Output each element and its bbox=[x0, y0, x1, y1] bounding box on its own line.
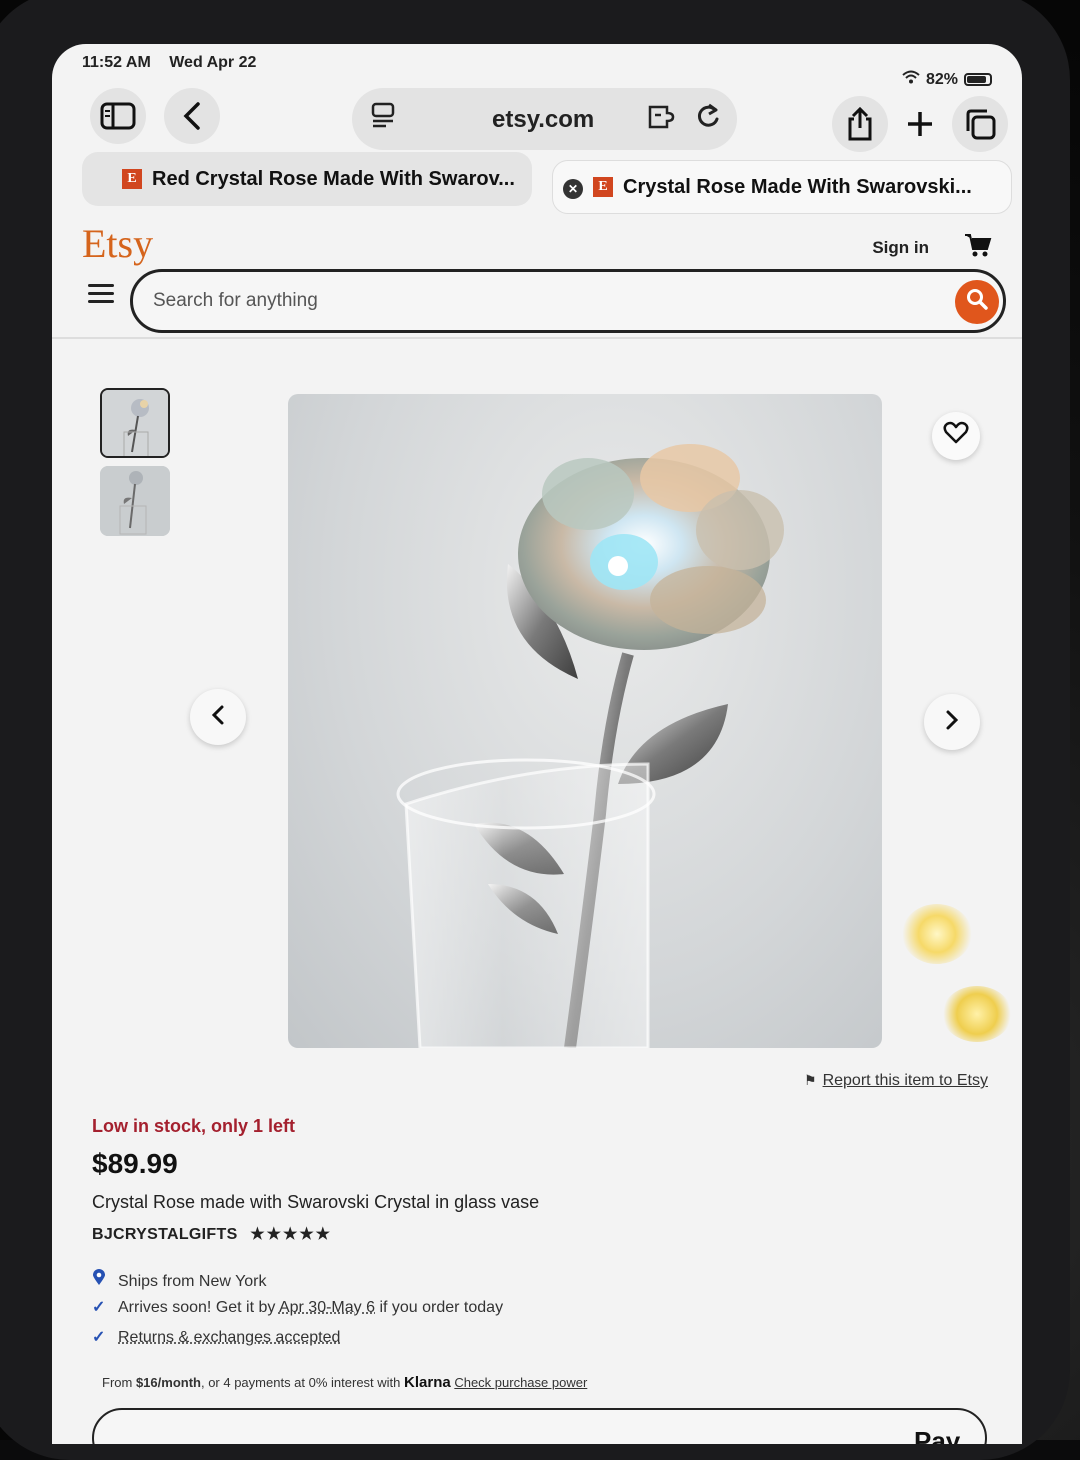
arrival-suffix: if you order today bbox=[375, 1299, 504, 1316]
sign-in-link[interactable]: Sign in bbox=[872, 238, 929, 258]
product-thumbnail-1[interactable] bbox=[100, 388, 170, 458]
status-time: 11:52 AM bbox=[82, 54, 151, 71]
light-glare bbox=[942, 986, 1012, 1042]
apple-pay-text: Pay bbox=[914, 1426, 961, 1444]
reload-icon[interactable] bbox=[695, 102, 721, 137]
check-icon: ✓ bbox=[92, 1299, 106, 1316]
klarna-logo: Klarna bbox=[404, 1374, 451, 1391]
returns-text[interactable]: Returns & exchanges accepted bbox=[118, 1329, 340, 1346]
menu-icon[interactable] bbox=[88, 284, 114, 304]
product-main-image bbox=[288, 394, 882, 1048]
tab-crystal-rose-active[interactable]: ✕ E Crystal Rose Made With Swarovski... bbox=[552, 160, 1012, 214]
shop-info: BJCRYSTALGIFTS ★★★★★ bbox=[92, 1224, 332, 1244]
report-link-text: Report this item to Etsy bbox=[822, 1072, 988, 1089]
plus-icon[interactable] bbox=[892, 96, 948, 152]
next-image-button[interactable] bbox=[924, 694, 980, 750]
tab-title: Red Crystal Rose Made With Swarov... bbox=[152, 167, 515, 190]
cart-icon[interactable] bbox=[964, 232, 992, 265]
check-icon: ✓ bbox=[92, 1329, 106, 1346]
search-icon bbox=[965, 287, 989, 317]
returns-row: ✓ Returns & exchanges accepted bbox=[92, 1327, 340, 1347]
extension-icon[interactable] bbox=[647, 104, 679, 137]
chevron-left-icon bbox=[211, 702, 225, 733]
arrival-row: ✓ Arrives soon! Get it by Apr 30-May 6 if… bbox=[92, 1297, 503, 1317]
klarna-from: From bbox=[102, 1375, 136, 1390]
rating-stars: ★★★★★ bbox=[250, 1226, 333, 1243]
status-bar: 11:52 AM Wed Apr 22 82% bbox=[82, 54, 992, 88]
url-text: etsy.com bbox=[492, 106, 595, 133]
address-bar[interactable]: etsy.com bbox=[352, 88, 737, 150]
klarna-financing: From $16/month, or 4 payments at 0% inte… bbox=[102, 1374, 587, 1391]
tablet-screen: 11:52 AM Wed Apr 22 82% etsy.com E Red C… bbox=[52, 44, 1022, 1444]
search-bar bbox=[130, 269, 1006, 333]
etsy-logo[interactable]: Etsy bbox=[82, 220, 153, 267]
chevron-right-icon bbox=[945, 707, 959, 738]
price: $89.99 bbox=[92, 1148, 178, 1179]
product-thumbnail-2[interactable] bbox=[100, 466, 170, 536]
report-item-link[interactable]: ⚑ Report this item to Etsy bbox=[804, 1072, 988, 1090]
arrival-dates[interactable]: Apr 30-May 6 bbox=[279, 1299, 375, 1316]
etsy-favicon-icon: E bbox=[122, 169, 142, 189]
shop-name-link[interactable]: BJCRYSTALGIFTS bbox=[92, 1226, 238, 1243]
klarna-middle: , or 4 payments at 0% interest with bbox=[200, 1375, 405, 1390]
share-icon[interactable] bbox=[832, 96, 888, 152]
reader-icon[interactable] bbox=[370, 102, 396, 137]
tab-title: Crystal Rose Made With Swarovski... bbox=[623, 175, 972, 198]
stock-notice: Low in stock, only 1 left bbox=[92, 1116, 296, 1136]
location-pin-icon bbox=[92, 1268, 112, 1291]
listing-title: Crystal Rose made with Swarovski Crystal… bbox=[92, 1192, 540, 1212]
favorite-button[interactable] bbox=[932, 412, 980, 460]
sidebar-icon[interactable] bbox=[90, 88, 146, 144]
ships-from-row: Ships from New York bbox=[92, 1268, 267, 1291]
tabs-icon[interactable] bbox=[952, 96, 1008, 152]
check-purchase-power-link[interactable]: Check purchase power bbox=[454, 1375, 587, 1390]
previous-image-button[interactable] bbox=[190, 689, 246, 745]
flag-icon: ⚑ bbox=[804, 1072, 817, 1088]
heart-icon bbox=[943, 421, 969, 452]
ships-from-text: Ships from New York bbox=[118, 1273, 267, 1290]
back-icon[interactable] bbox=[164, 88, 220, 144]
klarna-amount: $16/month bbox=[135, 1375, 201, 1390]
status-date: Wed Apr 22 bbox=[169, 54, 257, 71]
close-icon[interactable]: ✕ bbox=[563, 179, 583, 199]
etsy-favicon-icon: E bbox=[593, 177, 613, 197]
light-glare bbox=[902, 904, 972, 964]
etsy-header: Etsy Sign in bbox=[52, 214, 1022, 339]
arrival-prefix: Arrives soon! Get it by bbox=[118, 1299, 279, 1316]
search-button[interactable] bbox=[955, 280, 999, 324]
search-input[interactable] bbox=[153, 286, 913, 316]
tab-red-crystal-rose[interactable]: E Red Crystal Rose Made With Swarov... bbox=[82, 152, 532, 206]
browser-toolbar: etsy.com bbox=[52, 84, 1022, 154]
tab-bar: E Red Crystal Rose Made With Swarov... ✕… bbox=[82, 152, 1012, 214]
apple-pay-button[interactable]: Pay bbox=[92, 1408, 987, 1444]
